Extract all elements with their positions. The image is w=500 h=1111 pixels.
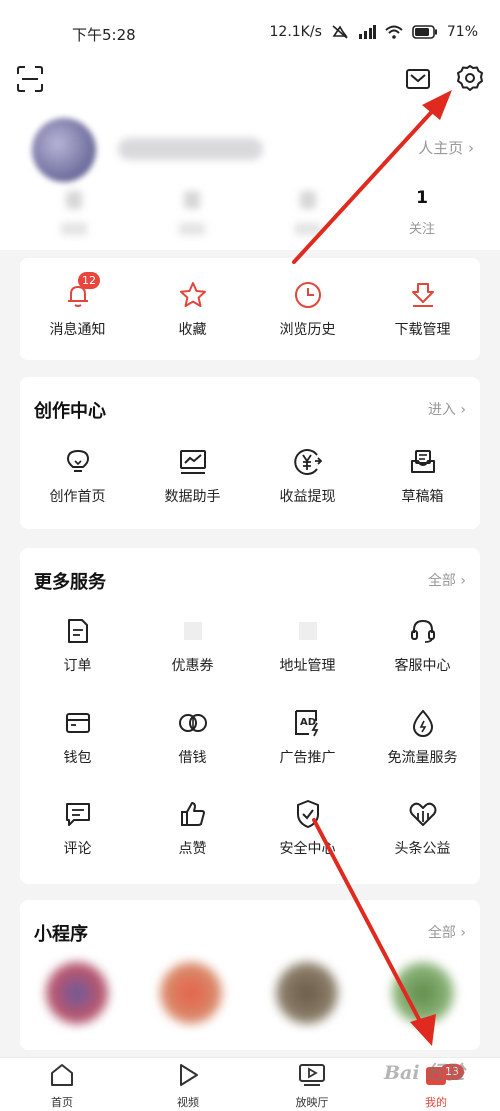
stat-following[interactable]: 1 关注: [382, 188, 462, 237]
top-bar: [0, 60, 500, 100]
battery-icon: [412, 25, 437, 39]
chart-icon: [179, 450, 206, 474]
status-time: 下午5:28: [72, 26, 136, 44]
quick-favorites[interactable]: 收藏: [135, 280, 250, 339]
home-page-link[interactable]: 人主页 ›: [418, 137, 474, 158]
clock-icon: [294, 282, 321, 308]
wifi-icon: [385, 25, 403, 39]
coupon-icon: [183, 622, 202, 640]
mail-icon[interactable]: [405, 66, 431, 92]
mini-programs-card: 小程序 全部 ›: [20, 900, 480, 1050]
tv-icon: [299, 1064, 325, 1086]
stat-blurred: [268, 188, 348, 235]
tab-theater[interactable]: 放映厅: [272, 1062, 352, 1110]
order-icon: [67, 619, 88, 643]
quick-history[interactable]: 浏览历史: [250, 280, 365, 339]
following-count: 1: [416, 188, 428, 208]
signal-icon: [358, 25, 376, 39]
quick-actions-card: 12 消息通知 收藏 浏览历史 下载管理: [20, 258, 480, 360]
mute-icon: [332, 25, 348, 39]
service-free-data[interactable]: 免流量服务: [365, 708, 480, 767]
gear-icon[interactable]: [456, 64, 484, 92]
services-title: 更多服务: [34, 572, 106, 593]
following-label: 关注: [408, 222, 435, 237]
data-drop-icon: [412, 709, 433, 737]
mini-programs-title: 小程序: [34, 924, 88, 945]
mini-program-thumb[interactable]: [392, 962, 454, 1024]
service-coupons[interactable]: 优惠券: [135, 616, 250, 675]
creation-title: 创作中心: [34, 401, 106, 422]
headset-icon: [410, 619, 435, 643]
home-icon: [51, 1064, 73, 1086]
yuan-icon: [293, 449, 322, 475]
service-orders[interactable]: 订单: [20, 616, 135, 675]
service-address[interactable]: 地址管理: [250, 616, 365, 675]
creation-drafts[interactable]: 草稿箱: [365, 447, 480, 506]
notification-badge: 12: [78, 272, 100, 289]
stat-blurred: [34, 188, 114, 235]
tab-home[interactable]: 首页: [22, 1062, 102, 1110]
creation-home[interactable]: 创作首页: [20, 447, 135, 506]
download-icon: [411, 283, 434, 307]
comment-icon: [65, 803, 90, 826]
avatar[interactable]: [32, 118, 96, 182]
service-ads[interactable]: AD 广告推广: [250, 708, 365, 767]
service-loan[interactable]: 借钱: [135, 708, 250, 767]
address-icon: [298, 622, 317, 640]
star-icon: [179, 282, 206, 307]
scan-icon[interactable]: [16, 65, 44, 93]
creation-enter-link[interactable]: 进入 ›: [428, 399, 466, 419]
services-all-link[interactable]: 全部 ›: [428, 570, 466, 590]
svg-text:AD: AD: [300, 717, 316, 728]
draft-icon: [410, 450, 435, 473]
username-blurred: [118, 138, 263, 160]
baidu-watermark: Bai 经验: [384, 1062, 465, 1084]
service-likes[interactable]: 点赞: [135, 799, 250, 858]
quick-notifications[interactable]: 12 消息通知: [20, 272, 135, 339]
service-charity[interactable]: 头条公益: [365, 799, 480, 858]
thumbs-up-icon: [180, 802, 205, 826]
shield-icon: [296, 800, 319, 828]
service-support[interactable]: 客服中心: [365, 616, 480, 675]
creation-data-assistant[interactable]: 数据助手: [135, 447, 250, 506]
tab-video[interactable]: 视频: [148, 1062, 228, 1110]
wallet-icon: [65, 713, 90, 733]
loan-icon: [178, 714, 207, 732]
stat-blurred: [152, 188, 232, 235]
quick-downloads[interactable]: 下载管理: [365, 280, 480, 339]
mini-program-thumb[interactable]: [160, 962, 222, 1024]
more-services-card: 更多服务 全部 › 订单 优惠券 地址管理 客服中心 钱包 借钱 AD 广告推广…: [20, 548, 480, 884]
battery-level: 71%: [446, 24, 478, 40]
mini-program-thumb[interactable]: [46, 962, 108, 1024]
creation-earnings[interactable]: 收益提现: [250, 447, 365, 506]
creation-center-card: 创作中心 进入 › 创作首页 数据助手 收益提现 草稿箱: [20, 377, 480, 529]
ad-icon: AD: [294, 710, 318, 737]
mini-program-thumb[interactable]: [276, 962, 338, 1024]
status-bar: 下午5:28 12.1K/s 71%: [0, 0, 500, 60]
service-wallet[interactable]: 钱包: [20, 708, 135, 767]
bulb-icon: [66, 449, 89, 472]
profile-header: 人主页 › 1 关注: [0, 100, 500, 250]
service-comments[interactable]: 评论: [20, 799, 135, 858]
play-icon: [180, 1064, 198, 1086]
service-security[interactable]: 安全中心: [250, 799, 365, 858]
mini-programs-all-link[interactable]: 全部 ›: [428, 922, 466, 942]
network-speed: 12.1K/s: [269, 24, 322, 40]
charity-icon: [409, 802, 436, 826]
